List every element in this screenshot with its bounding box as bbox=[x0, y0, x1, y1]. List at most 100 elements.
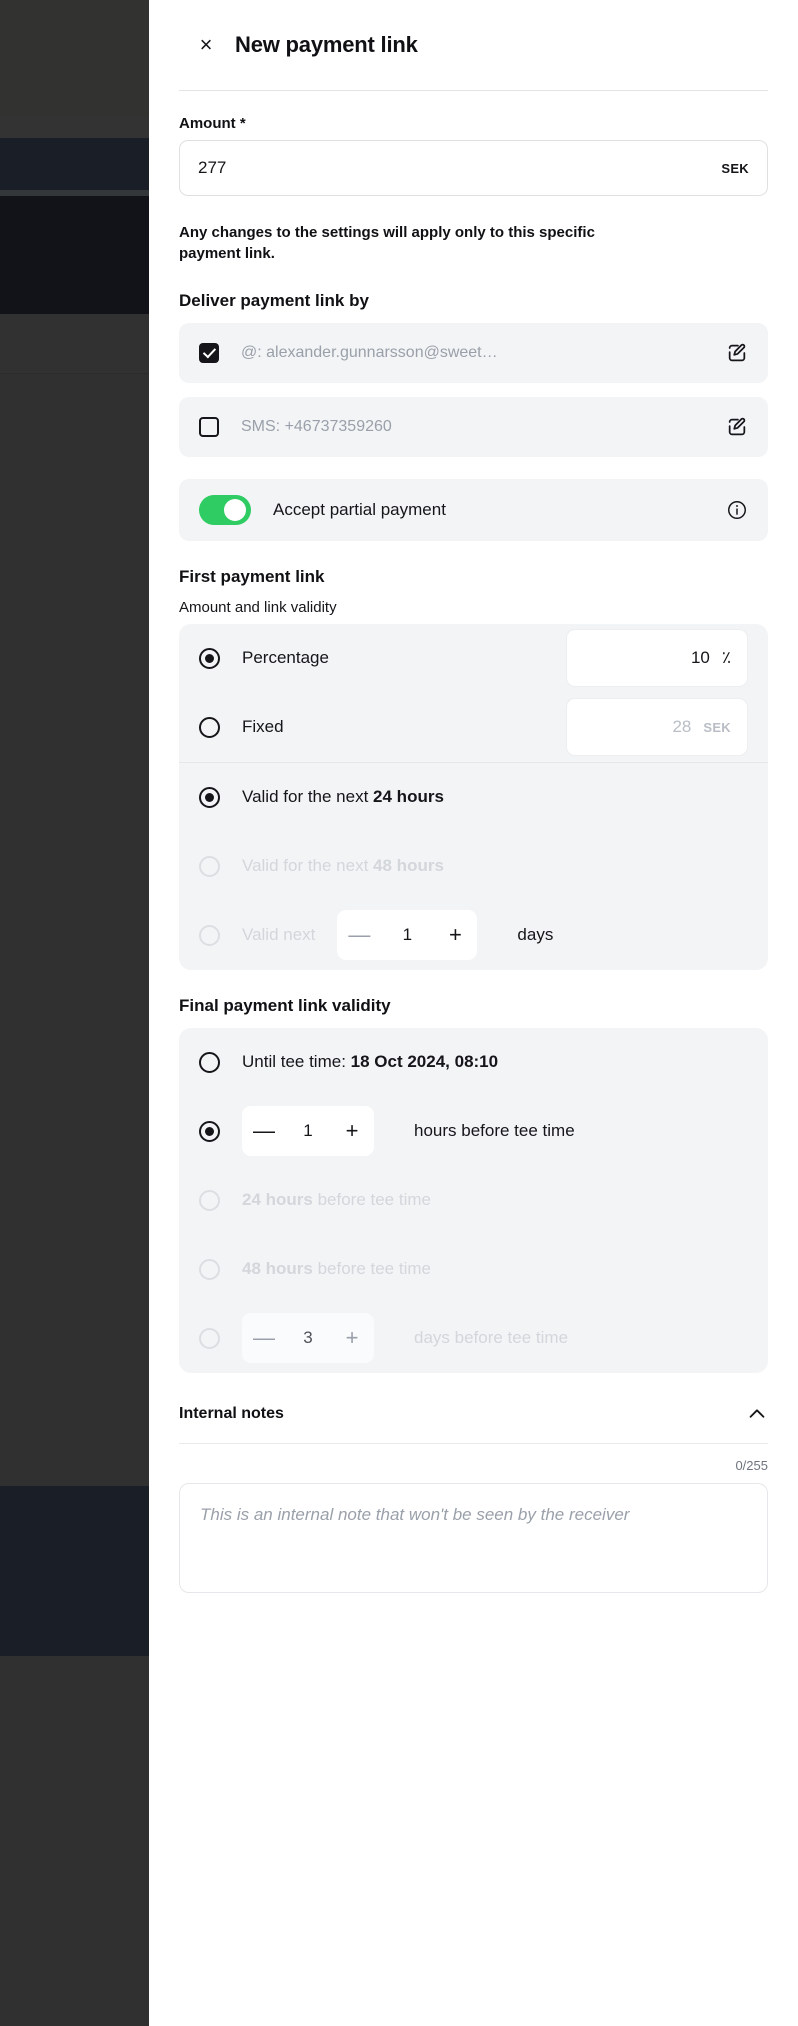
new-payment-link-panel: × New payment link Amount * 277 SEK Any … bbox=[149, 0, 798, 2026]
days-stepper[interactable]: — 1 + bbox=[337, 910, 478, 961]
radio-unselected-icon[interactable] bbox=[199, 924, 220, 946]
scrim-band bbox=[0, 374, 149, 1486]
option-strong: 24 hours bbox=[242, 1190, 313, 1210]
header-divider bbox=[179, 90, 768, 91]
stepper-value: 1 bbox=[402, 925, 413, 945]
option-48-hours-label: 48 hours before tee time bbox=[242, 1259, 431, 1279]
percent-sign-icon: ٪ bbox=[721, 648, 731, 668]
radio-unselected-icon[interactable] bbox=[199, 855, 220, 877]
option-strong: 48 hours bbox=[373, 856, 444, 876]
first-payment-link-heading: First payment link bbox=[179, 566, 325, 586]
internal-notes-header[interactable]: Internal notes bbox=[179, 1403, 768, 1443]
option-valid-next-days[interactable]: Valid next — 1 + days bbox=[179, 901, 768, 970]
option-percentage-label: Percentage bbox=[242, 648, 329, 668]
stepper-plus-button[interactable]: + bbox=[330, 1106, 374, 1156]
radio-unselected-icon[interactable] bbox=[199, 1051, 220, 1073]
radio-selected-icon[interactable] bbox=[199, 647, 220, 669]
accept-partial-payment-toggle[interactable] bbox=[199, 494, 251, 525]
scrim-band bbox=[0, 117, 149, 138]
final-payment-link-heading: Final payment link validity bbox=[179, 995, 391, 1015]
option-strong: 48 hours bbox=[242, 1259, 313, 1279]
option-valid-48-hours[interactable]: Valid for the next 48 hours bbox=[179, 832, 768, 901]
edit-icon[interactable] bbox=[726, 416, 748, 438]
scrim-band bbox=[0, 196, 149, 314]
radio-unselected-icon[interactable] bbox=[199, 1327, 220, 1349]
option-24-hours-before-tee-time[interactable]: 24 hours before tee time bbox=[179, 1166, 768, 1235]
option-fixed[interactable]: Fixed 28 SEK bbox=[179, 693, 768, 762]
first-payment-link-subheading: Amount and link validity bbox=[179, 598, 337, 616]
radio-selected-icon[interactable] bbox=[199, 1120, 220, 1142]
deliver-heading: Deliver payment link by bbox=[179, 290, 369, 310]
deliver-option-sms[interactable]: SMS: +46737359260 bbox=[179, 396, 768, 457]
option-fixed-label: Fixed bbox=[242, 717, 284, 737]
internal-notes-divider bbox=[179, 1442, 768, 1444]
scrim-band bbox=[0, 1486, 149, 1656]
option-percentage[interactable]: Percentage 10 ٪ bbox=[179, 624, 768, 693]
option-valid-24-hours[interactable]: Valid for the next 24 hours bbox=[179, 763, 768, 832]
internal-notes-placeholder: This is an internal note that won't be s… bbox=[200, 1504, 630, 1524]
settings-disclaimer: Any changes to the settings will apply o… bbox=[179, 224, 595, 263]
close-icon[interactable]: × bbox=[195, 34, 217, 56]
option-until-tee-time[interactable]: Until tee time: 18 Oct 2024, 08:10 bbox=[179, 1028, 768, 1097]
scrim-band bbox=[0, 314, 149, 373]
stepper-plus-button[interactable]: + bbox=[330, 1313, 374, 1363]
deliver-option-label: SMS: +46737359260 bbox=[241, 417, 392, 435]
app-screen: × New payment link Amount * 277 SEK Any … bbox=[0, 0, 798, 2026]
character-counter: 0/255 bbox=[735, 1457, 768, 1473]
deliver-option-label: @: alexander.gunnarsson@sweet… bbox=[241, 343, 498, 361]
edit-icon[interactable] bbox=[726, 342, 748, 364]
internal-notes-textarea[interactable]: This is an internal note that won't be s… bbox=[179, 1482, 768, 1593]
hours-stepper[interactable]: — 1 + bbox=[242, 1106, 374, 1157]
option-valid-48-hours-label: Valid for the next 48 hours bbox=[242, 856, 444, 876]
option-hours-before-tee-time[interactable]: — 1 + hours before tee time bbox=[179, 1097, 768, 1166]
first-payment-link-card: Percentage 10 ٪ Fixed 28 SEK Valid for t… bbox=[179, 623, 768, 970]
info-icon[interactable] bbox=[726, 499, 748, 521]
option-days-before-tee-time[interactable]: — 3 + days before tee time bbox=[179, 1304, 768, 1373]
stepper-plus-button[interactable]: + bbox=[433, 910, 477, 960]
percentage-value: 10 bbox=[690, 648, 710, 668]
amount-value: 277 bbox=[198, 158, 227, 177]
accept-partial-payment-row[interactable]: Accept partial payment bbox=[179, 478, 768, 541]
amount-input[interactable]: 277 SEK bbox=[179, 140, 768, 196]
fixed-amount-currency: SEK bbox=[703, 719, 731, 735]
hours-before-tee-time-label: hours before tee time bbox=[414, 1121, 575, 1141]
panel-header: × New payment link bbox=[179, 0, 768, 90]
radio-unselected-icon[interactable] bbox=[199, 1189, 220, 1211]
stepper-value: 3 bbox=[303, 1328, 313, 1348]
accept-partial-payment-label: Accept partial payment bbox=[273, 499, 446, 519]
radio-selected-icon[interactable] bbox=[199, 786, 220, 808]
toggle-knob bbox=[224, 498, 246, 521]
fixed-amount-input[interactable]: 28 SEK bbox=[566, 698, 748, 757]
option-valid-next-label: Valid next bbox=[242, 925, 316, 945]
option-rest: before tee time bbox=[312, 1259, 431, 1279]
background-scrim bbox=[0, 0, 149, 2026]
days-before-tee-time-stepper[interactable]: — 3 + bbox=[242, 1313, 374, 1364]
option-until-tee-time-label: Until tee time: 18 Oct 2024, 08:10 bbox=[242, 1052, 498, 1072]
amount-label: Amount * bbox=[179, 115, 246, 132]
stepper-minus-button[interactable]: — bbox=[242, 1106, 286, 1156]
final-payment-link-card: Until tee time: 18 Oct 2024, 08:10 — 1 +… bbox=[179, 1027, 768, 1373]
option-24-hours-label: 24 hours before tee time bbox=[242, 1190, 431, 1210]
chevron-up-icon[interactable] bbox=[746, 1403, 768, 1425]
option-strong: 24 hours bbox=[373, 787, 444, 807]
option-48-hours-before-tee-time[interactable]: 48 hours before tee time bbox=[179, 1235, 768, 1304]
radio-unselected-icon[interactable] bbox=[199, 716, 220, 738]
deliver-option-email[interactable]: @: alexander.gunnarsson@sweet… bbox=[179, 322, 768, 383]
option-prefix: Until tee time: bbox=[242, 1052, 351, 1072]
option-strong: 18 Oct 2024, 08:10 bbox=[350, 1052, 499, 1072]
scrim-band bbox=[0, 138, 149, 190]
radio-unselected-icon[interactable] bbox=[199, 1258, 220, 1280]
stepper-minus-button[interactable]: — bbox=[337, 910, 381, 960]
days-before-tee-time-label: days before tee time bbox=[414, 1328, 569, 1348]
option-valid-24-hours-label: Valid for the next 24 hours bbox=[242, 787, 444, 807]
stepper-minus-button[interactable]: — bbox=[242, 1313, 286, 1363]
checkbox-unchecked-icon[interactable] bbox=[199, 416, 219, 437]
option-prefix: Valid for the next bbox=[242, 787, 374, 807]
scrim-band bbox=[0, 0, 149, 117]
fixed-amount-placeholder: 28 bbox=[672, 717, 692, 737]
percentage-input[interactable]: 10 ٪ bbox=[566, 629, 748, 688]
option-prefix: Valid for the next bbox=[242, 856, 374, 876]
amount-currency: SEK bbox=[721, 160, 749, 176]
checkbox-checked-icon[interactable] bbox=[199, 342, 219, 363]
days-unit-label: days bbox=[517, 925, 554, 945]
